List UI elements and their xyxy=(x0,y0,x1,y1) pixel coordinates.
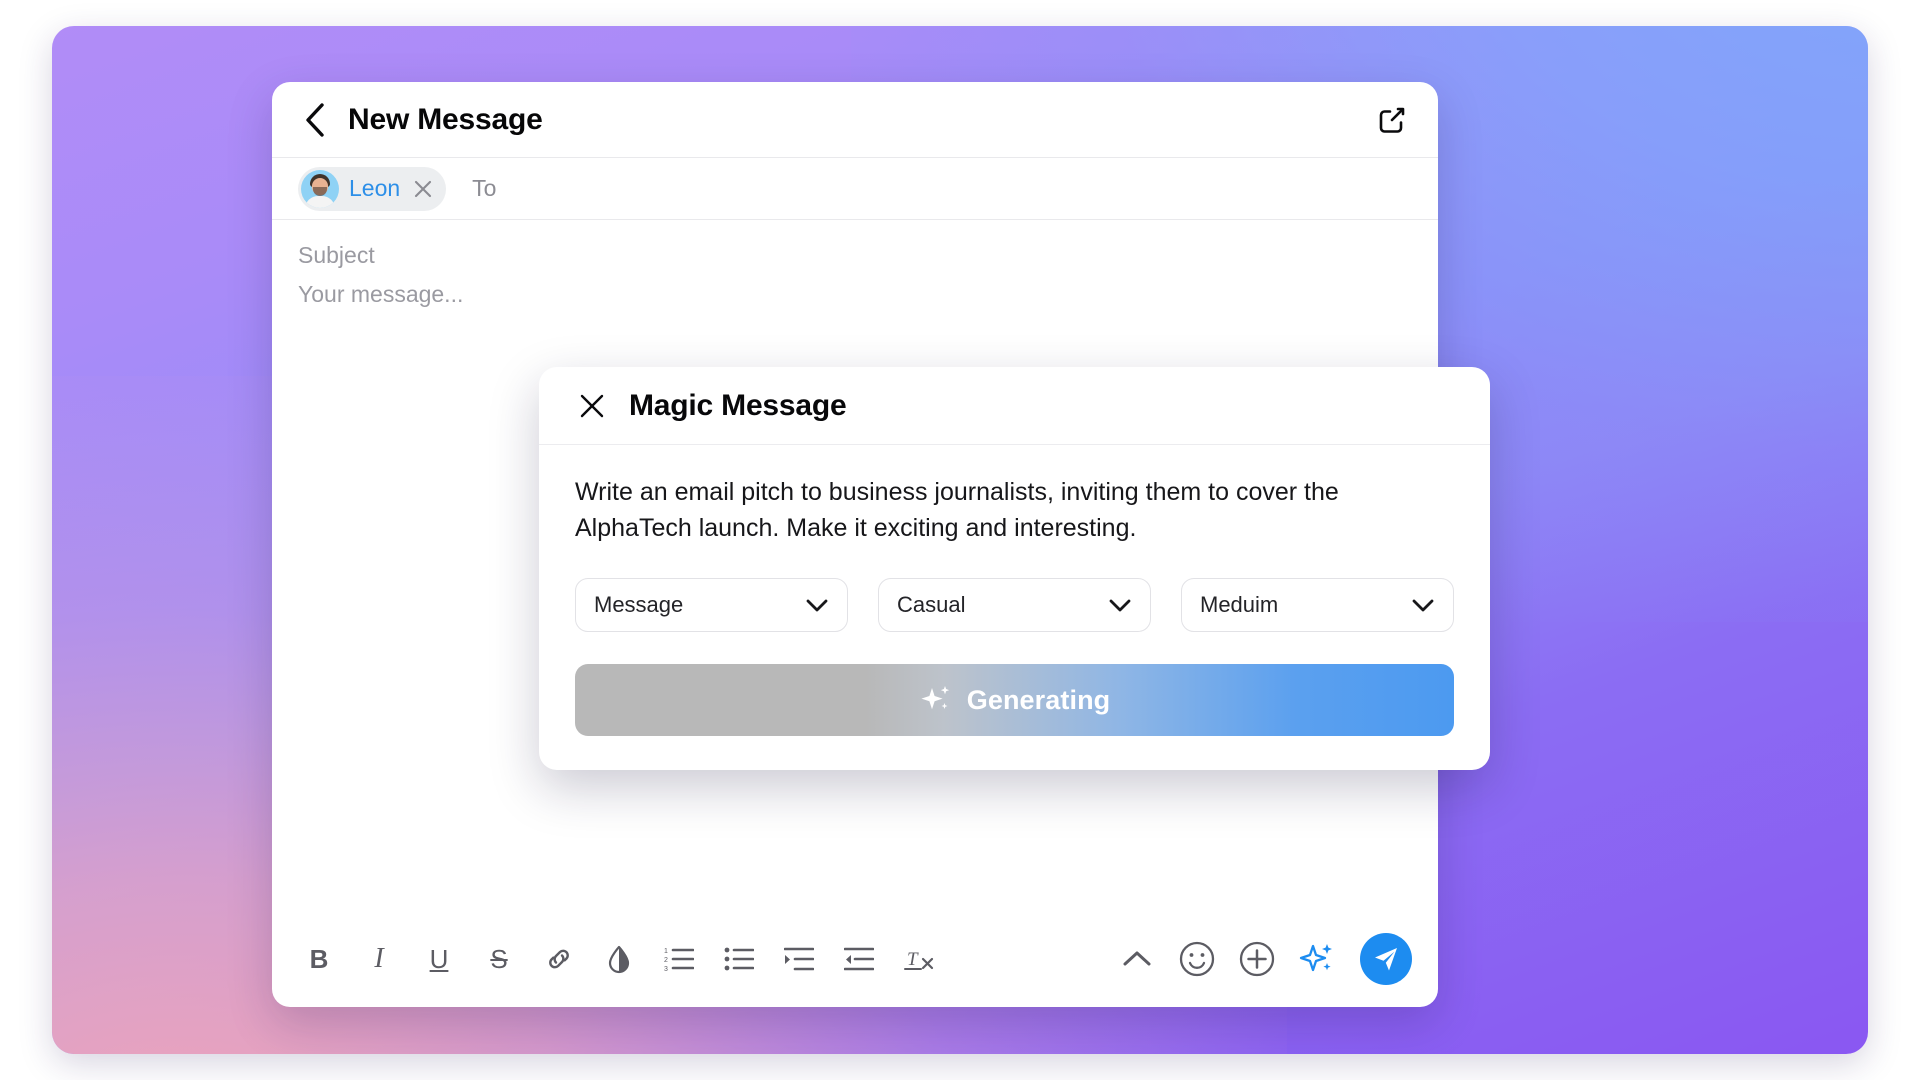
chevron-down-icon xyxy=(1109,599,1131,612)
clear-formatting-button[interactable]: T xyxy=(898,938,940,980)
svg-text:T: T xyxy=(907,949,919,970)
outdent-button[interactable] xyxy=(838,938,880,980)
chevron-down-icon xyxy=(806,599,828,612)
gradient-background: New Message Leon To Subject Your message… xyxy=(52,26,1868,1054)
remove-recipient-button[interactable] xyxy=(412,178,434,200)
sparkle-icon xyxy=(1299,944,1332,972)
chevron-down-icon xyxy=(1412,599,1434,612)
format-select[interactable]: Message xyxy=(575,578,848,632)
composer-actions xyxy=(1116,933,1412,985)
message-input[interactable]: Your message... xyxy=(298,281,1412,308)
strikethrough-button[interactable]: S xyxy=(478,938,520,980)
magic-sparkle-button[interactable] xyxy=(1296,938,1338,980)
external-link-icon xyxy=(1379,107,1405,133)
formatting-tools: B I U S 1 2 3 T xyxy=(298,938,940,980)
smiley-icon xyxy=(1179,941,1215,977)
tone-select-value: Casual xyxy=(897,592,966,617)
page-title: New Message xyxy=(348,102,543,136)
generate-button[interactable]: Generating xyxy=(575,664,1454,736)
magic-message-dialog: Magic Message Write an email pitch to bu… xyxy=(539,367,1490,770)
length-select[interactable]: Meduim xyxy=(1181,578,1454,632)
tone-select[interactable]: Casual xyxy=(878,578,1151,632)
collapse-toolbar-button[interactable] xyxy=(1116,938,1158,980)
compose-header: New Message xyxy=(272,82,1438,158)
formatting-toolbar: B I U S 1 2 3 T xyxy=(272,911,1438,1007)
italic-button[interactable]: I xyxy=(358,938,400,980)
avatar xyxy=(301,169,339,208)
send-button[interactable] xyxy=(1360,933,1412,985)
link-button[interactable] xyxy=(538,938,580,980)
numbered-list-icon: 1 2 3 xyxy=(664,948,694,973)
plus-circle-icon xyxy=(1239,941,1275,977)
svg-text:1: 1 xyxy=(664,948,668,955)
paper-plane-icon xyxy=(1375,948,1397,971)
link-icon xyxy=(549,949,569,969)
recipient-chip[interactable]: Leon xyxy=(298,166,447,211)
attach-button[interactable] xyxy=(1236,938,1278,980)
prompt-text[interactable]: Write an email pitch to business journal… xyxy=(575,475,1450,546)
indent-button[interactable] xyxy=(778,938,820,980)
clear-format-icon: T xyxy=(904,949,934,970)
close-dialog-button[interactable] xyxy=(575,389,609,423)
recipients-row[interactable]: Leon To xyxy=(272,158,1438,220)
expand-window-button[interactable] xyxy=(1372,100,1412,140)
magic-options-row: Message Casual Meduim xyxy=(575,578,1454,632)
back-button[interactable] xyxy=(298,99,332,141)
length-select-value: Meduim xyxy=(1200,592,1279,617)
highlight-button[interactable] xyxy=(598,938,640,980)
indent-increase-icon xyxy=(784,947,814,971)
magic-message-body: Write an email pitch to business journal… xyxy=(539,445,1490,770)
numbered-list-button[interactable]: 1 2 3 xyxy=(658,938,700,980)
recipient-name: Leon xyxy=(349,175,401,201)
close-icon xyxy=(415,180,432,197)
dialog-title: Magic Message xyxy=(629,388,847,422)
bulleted-list-icon xyxy=(724,947,754,971)
indent-decrease-icon xyxy=(844,947,874,971)
magic-message-header: Magic Message xyxy=(539,367,1490,445)
chevron-left-icon xyxy=(306,102,324,137)
format-select-value: Message xyxy=(594,592,684,617)
svg-text:2: 2 xyxy=(664,957,668,964)
bold-button[interactable]: B xyxy=(298,938,340,980)
droplet-icon xyxy=(608,945,630,974)
sparkle-icon xyxy=(921,686,949,710)
chevron-up-icon xyxy=(1123,951,1151,966)
svg-text:3: 3 xyxy=(664,966,668,973)
bulleted-list-button[interactable] xyxy=(718,938,760,980)
subject-input[interactable]: Subject xyxy=(298,242,1412,269)
generate-button-label: Generating xyxy=(966,684,1111,715)
to-field-placeholder[interactable]: To xyxy=(472,175,496,202)
underline-button[interactable]: U xyxy=(418,938,460,980)
emoji-button[interactable] xyxy=(1176,938,1218,980)
close-icon xyxy=(580,394,604,417)
